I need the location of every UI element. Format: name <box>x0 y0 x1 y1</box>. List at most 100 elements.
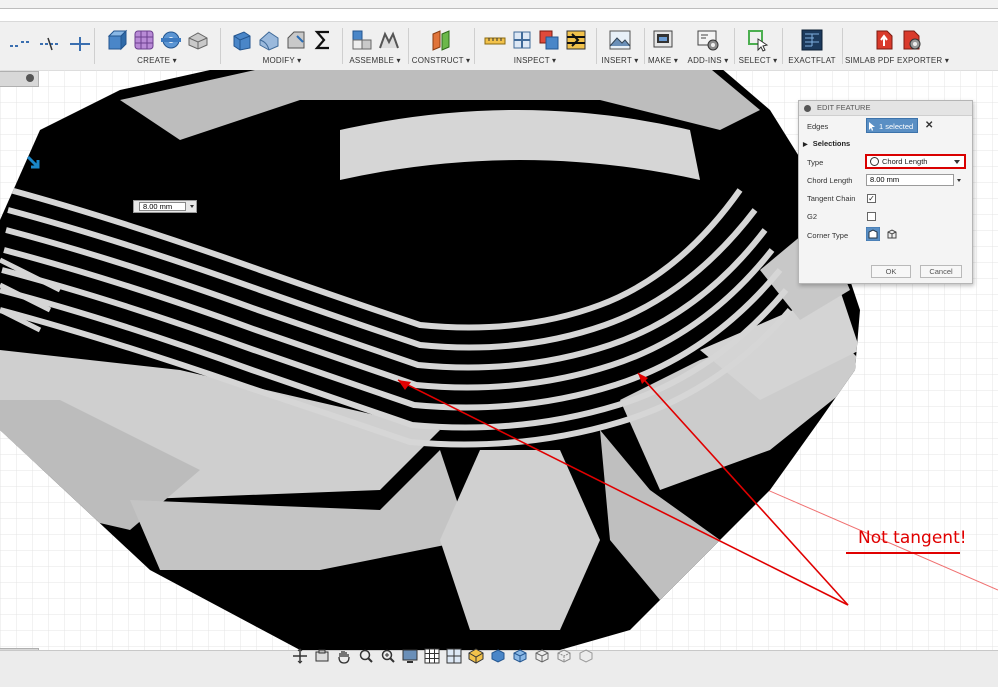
simlab-pdf-exporter-group[interactable]: SIMLAB PDF EXPORTER ▾ <box>844 22 950 70</box>
coincident-constraint-icon[interactable] <box>8 32 32 56</box>
simlab-pdf-exporter-menu-label[interactable]: SIMLAB PDF EXPORTER ▾ <box>844 56 950 65</box>
toolbar-separator <box>734 28 735 64</box>
chamfer-icon[interactable] <box>284 28 308 52</box>
construct-group[interactable]: CONSTRUCT ▾ <box>410 22 472 70</box>
interference-icon[interactable] <box>537 28 561 52</box>
chord-length-manipulator-input[interactable] <box>139 202 186 211</box>
wireframe-view-icon[interactable] <box>534 648 550 664</box>
toolbar-separator <box>842 28 843 64</box>
fillet-type-dropdown[interactable]: Chord Length <box>865 154 966 169</box>
select-group[interactable]: SELECT ▾ <box>736 22 780 70</box>
shaded-view-icon[interactable] <box>490 648 506 664</box>
chord-length-input[interactable] <box>866 174 954 186</box>
inspect-group[interactable]: INSPECT ▾ <box>476 22 594 70</box>
selections-section-header[interactable]: ▶ Selections <box>803 139 850 148</box>
make-menu-label[interactable]: MAKE ▾ <box>646 56 680 65</box>
scripts-addins-icon[interactable] <box>696 28 720 52</box>
create-group[interactable]: CREATE ▾ <box>96 22 218 70</box>
toolbar-separator <box>782 28 783 64</box>
grid-settings-icon[interactable] <box>424 648 440 664</box>
zoom-icon[interactable] <box>380 648 396 664</box>
create-menu-label[interactable]: CREATE ▾ <box>96 56 218 65</box>
pan-hand-icon[interactable] <box>336 648 352 664</box>
pdf-export-icon[interactable] <box>872 28 896 52</box>
cursor-icon <box>869 122 875 131</box>
exactflat-group[interactable]: EXACTFLAT <box>784 22 840 70</box>
press-pull-icon[interactable] <box>230 28 254 52</box>
cancel-button[interactable]: Cancel <box>920 265 962 278</box>
insert-menu-label[interactable]: INSERT ▾ <box>598 56 642 65</box>
corner-type-setback-icon[interactable] <box>885 227 899 241</box>
insert-image-icon[interactable] <box>608 28 632 52</box>
section-analysis-icon[interactable] <box>510 28 534 52</box>
offset-plane-icon[interactable] <box>429 28 453 52</box>
extrude-icon[interactable] <box>105 28 129 52</box>
fillet-icon[interactable] <box>257 28 281 52</box>
orbit-icon[interactable] <box>292 648 308 664</box>
corner-type-rolling-ball-icon[interactable] <box>866 227 880 241</box>
collapse-icon[interactable] <box>804 105 811 112</box>
clear-selection-icon[interactable]: ✕ <box>925 120 933 131</box>
fillet-type-value: Chord Length <box>882 157 928 166</box>
chevron-down-icon[interactable] <box>190 205 194 208</box>
chord-length-manipulator[interactable] <box>133 200 197 213</box>
midpoint-constraint-icon[interactable] <box>68 32 92 56</box>
modify-group[interactable]: MODIFY ▾ <box>222 22 342 70</box>
expand-triangle-icon: ▶ <box>803 142 808 148</box>
add-ins-group[interactable]: ADD-INS ▾ <box>684 22 732 70</box>
zebra-analysis-icon[interactable] <box>564 28 588 52</box>
viewports-icon[interactable] <box>446 648 462 664</box>
toolbar-separator <box>644 28 645 64</box>
display-settings-icon[interactable] <box>402 648 418 664</box>
chord-length-label: Chord Length <box>807 176 853 185</box>
chevron-down-icon <box>954 160 960 164</box>
zoom-window-icon[interactable] <box>358 648 374 664</box>
dialog-header[interactable]: EDIT FEATURE <box>799 101 972 116</box>
insert-group[interactable]: INSERT ▾ <box>598 22 642 70</box>
pipe-icon[interactable] <box>159 28 183 52</box>
exactflat-icon[interactable] <box>800 28 824 52</box>
toolbar-separator <box>474 28 475 64</box>
assemble-menu-label[interactable]: ASSEMBLE ▾ <box>344 56 406 65</box>
hidden-edges-view-icon[interactable] <box>556 648 572 664</box>
tangent-chain-checkbox[interactable]: ✓ <box>867 194 876 203</box>
joint-icon[interactable] <box>377 28 401 52</box>
not-tangent-annotation: Not tangent! <box>858 528 967 548</box>
g2-checkbox[interactable] <box>867 212 876 221</box>
toolbar-separator <box>94 28 95 64</box>
parameters-sigma-icon[interactable] <box>311 28 335 52</box>
edit-feature-dialog: EDIT FEATURE Edges 1 selected ✕ ▶ Select… <box>798 100 973 284</box>
select-menu-label[interactable]: SELECT ▾ <box>736 56 780 65</box>
chord-length-icon <box>870 157 879 166</box>
make-group[interactable]: MAKE ▾ <box>646 22 680 70</box>
assemble-group[interactable]: ASSEMBLE ▾ <box>344 22 406 70</box>
navigation-bar <box>292 645 602 667</box>
ok-button[interactable]: OK <box>871 265 911 278</box>
browser-collapse-tab[interactable] <box>0 71 39 87</box>
inspect-menu-label[interactable]: INSPECT ▾ <box>476 56 594 65</box>
edges-selection-button[interactable]: 1 selected <box>866 118 918 133</box>
box-icon[interactable] <box>186 28 210 52</box>
dialog-title: EDIT FEATURE <box>817 103 871 112</box>
form-icon[interactable] <box>132 28 156 52</box>
collinear-constraint-icon[interactable] <box>38 32 62 56</box>
chord-length-dropdown-icon[interactable] <box>957 179 961 182</box>
tangent-chain-label: Tangent Chain <box>807 194 856 203</box>
look-at-icon[interactable] <box>314 648 330 664</box>
select-cursor-icon[interactable] <box>746 28 770 52</box>
pdf-settings-icon[interactable] <box>899 28 923 52</box>
visible-edges-view-icon[interactable] <box>578 648 594 664</box>
type-label: Type <box>807 158 824 167</box>
modify-menu-label[interactable]: MODIFY ▾ <box>222 56 342 65</box>
fillet-direction-arrow-icon[interactable] <box>25 155 43 173</box>
add-ins-menu-label[interactable]: ADD-INS ▾ <box>684 56 732 65</box>
measure-icon[interactable] <box>483 28 507 52</box>
construct-menu-label[interactable]: CONSTRUCT ▾ <box>410 56 472 65</box>
toolbar: CREATE ▾ MODIFY ▾ ASSEMBLE ▾ CONSTRUCT ▾ <box>0 21 998 71</box>
toolbar-separator <box>596 28 597 64</box>
exactflat-label[interactable]: EXACTFLAT <box>784 56 840 65</box>
new-component-icon[interactable] <box>350 28 374 52</box>
3d-print-icon[interactable] <box>651 28 675 52</box>
environment-icon[interactable] <box>468 648 484 664</box>
shaded-edges-view-icon[interactable] <box>512 648 528 664</box>
